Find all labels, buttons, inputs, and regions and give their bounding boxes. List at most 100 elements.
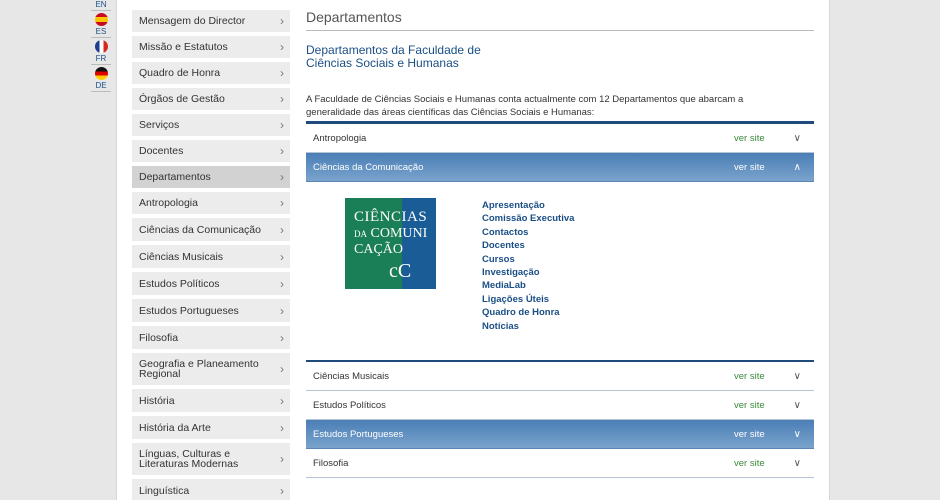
chevron-down-icon[interactable]: ∨ bbox=[794, 133, 801, 144]
sidebar-item-quadro-de-honra[interactable]: Quadro de Honra › bbox=[132, 62, 290, 88]
chevron-right-icon: › bbox=[280, 452, 284, 466]
sidebar-item-historia-da-arte[interactable]: História da Arte › bbox=[132, 416, 290, 443]
divider bbox=[91, 91, 111, 92]
sidebar-item-label: Departamentos bbox=[139, 171, 211, 183]
accordion-title: Ciências da Comunicação bbox=[313, 161, 424, 173]
sidebar-item-label: Órgãos de Gestão bbox=[139, 93, 225, 105]
accordion-item-estudos-politicos[interactable]: Estudos Políticos ver site ∨ bbox=[306, 391, 814, 420]
accordion-title: Filosofia bbox=[313, 457, 349, 469]
sidebar-item-orgaos-de-gestao[interactable]: Órgãos de Gestão › bbox=[132, 88, 290, 114]
sidebar-item-filosofia[interactable]: Filosofia › bbox=[132, 326, 290, 353]
chevron-up-icon[interactable]: ∧ bbox=[794, 162, 801, 173]
chevron-right-icon: › bbox=[280, 362, 284, 376]
intro-line: generalidade das áreas científicas das C… bbox=[306, 107, 595, 118]
lang-en-link[interactable]: EN bbox=[90, 0, 112, 10]
sidebar-item-label: Linguística bbox=[139, 484, 190, 497]
section-subtitle: Departamentos da Faculdade de Ciências S… bbox=[306, 44, 814, 70]
chevron-right-icon: › bbox=[280, 222, 284, 237]
sidebar-item-historia[interactable]: História › bbox=[132, 389, 290, 416]
link-docentes[interactable]: Docentes bbox=[482, 239, 574, 252]
divider bbox=[91, 64, 111, 65]
sidebar-item-label: Serviços bbox=[139, 119, 180, 131]
ver-site-link[interactable]: ver site bbox=[734, 458, 765, 469]
sidebar-item-label: História bbox=[139, 394, 175, 407]
sidebar-item-label: Geografia e Planeamento Regional bbox=[139, 358, 259, 380]
ver-site-link[interactable]: ver site bbox=[734, 400, 765, 411]
sidebar-item-label: Línguas, Culturas e Literaturas Modernas bbox=[139, 448, 239, 470]
sidebar-item-label: Docentes bbox=[139, 145, 184, 157]
sidebar-item-estudos-portugueses[interactable]: Estudos Portugueses › bbox=[132, 299, 290, 326]
sidebar-item-docentes[interactable]: Docentes › bbox=[132, 140, 290, 166]
sidebar-item-linguistica[interactable]: Linguística › bbox=[132, 479, 290, 500]
ver-site-link[interactable]: ver site bbox=[734, 133, 765, 144]
chevron-right-icon: › bbox=[280, 276, 284, 291]
sidebar-item-label: Ciências Musicais bbox=[139, 250, 224, 263]
accordion-item-antropologia[interactable]: Antropologia ver site ∨ bbox=[306, 124, 814, 153]
chevron-down-icon[interactable]: ∨ bbox=[794, 400, 801, 411]
sidebar-item-geografia-e-planeamento-regional[interactable]: Geografia e Planeamento Regional › bbox=[132, 353, 290, 389]
chevron-down-icon[interactable]: ∨ bbox=[794, 429, 801, 440]
germany-flag-icon[interactable] bbox=[94, 67, 108, 80]
sidebar-item-servicos[interactable]: Serviços › bbox=[132, 114, 290, 140]
link-apresentacao[interactable]: Apresentação bbox=[482, 199, 574, 212]
accordion-item-ciencias-da-comunicacao[interactable]: Ciências da Comunicação ver site ∧ bbox=[306, 153, 814, 182]
ver-site-link[interactable]: ver site bbox=[734, 162, 765, 173]
ver-site-link[interactable]: ver site bbox=[734, 429, 765, 440]
ciencias-comunicacao-logo: CIÊNCIAS DA COMUNI CAÇÃO cC bbox=[345, 198, 436, 289]
accordion-title: Antropologia bbox=[313, 132, 367, 144]
chevron-right-icon: › bbox=[280, 118, 284, 132]
link-noticias[interactable]: Notícias bbox=[482, 320, 574, 333]
accordion-item-ciencias-musicais[interactable]: Ciências Musicais ver site ∨ bbox=[306, 362, 814, 391]
divider bbox=[91, 10, 111, 11]
chevron-down-icon[interactable]: ∨ bbox=[794, 458, 801, 469]
ver-site-link[interactable]: ver site bbox=[734, 371, 765, 382]
link-investigacao[interactable]: Investigação bbox=[482, 266, 574, 279]
sidebar-item-label: Antropologia bbox=[139, 197, 198, 209]
sidebar-nav: Mensagem do Director › Missão e Estatutos… bbox=[132, 10, 290, 500]
link-cursos[interactable]: Cursos bbox=[482, 253, 574, 266]
chevron-right-icon: › bbox=[280, 66, 284, 80]
link-ligacoes-uteis[interactable]: Ligações Úteis bbox=[482, 293, 574, 306]
intro-text: A Faculdade de Ciências Sociais e Humana… bbox=[306, 93, 814, 119]
sidebar-item-estudos-politicos[interactable]: Estudos Políticos › bbox=[132, 272, 290, 299]
logo-text: CIÊNCIAS bbox=[354, 209, 428, 225]
chevron-right-icon: › bbox=[280, 92, 284, 106]
chevron-down-icon[interactable]: ∨ bbox=[794, 371, 801, 382]
logo-text: CAÇÃO bbox=[354, 242, 404, 257]
chevron-right-icon: › bbox=[280, 420, 284, 435]
link-comissao-executiva[interactable]: Comissão Executiva bbox=[482, 212, 574, 225]
lang-fr-link[interactable]: FR bbox=[90, 54, 112, 64]
sidebar-item-departamentos[interactable]: Departamentos › bbox=[132, 166, 290, 192]
chevron-right-icon: › bbox=[280, 196, 284, 210]
chevron-right-icon: › bbox=[280, 483, 284, 498]
link-medialab[interactable]: MediaLab bbox=[482, 279, 574, 292]
accordion-item-filosofia[interactable]: Filosofia ver site ∨ bbox=[306, 449, 814, 478]
lang-de-link[interactable]: DE bbox=[90, 81, 112, 91]
sidebar-item-ciencias-da-comunicacao[interactable]: Ciências da Comunicação › bbox=[132, 218, 290, 245]
france-flag-icon[interactable] bbox=[94, 40, 108, 53]
lang-es-link[interactable]: ES bbox=[90, 27, 112, 37]
sidebar-item-mensagem-do-director[interactable]: Mensagem do Director › bbox=[132, 10, 290, 36]
department-links: Apresentação Comissão Executiva Contacto… bbox=[482, 199, 574, 333]
sidebar-item-linguas-culturas-literaturas-modernas[interactable]: Línguas, Culturas e Literaturas Modernas… bbox=[132, 443, 290, 479]
language-switcher: EN ES FR DE bbox=[90, 0, 112, 92]
chevron-right-icon: › bbox=[280, 144, 284, 158]
sidebar-item-label: Estudos Portugueses bbox=[139, 304, 239, 317]
page-title: Departamentos bbox=[306, 0, 814, 31]
sidebar-item-label: Estudos Políticos bbox=[139, 277, 220, 290]
chevron-right-icon: › bbox=[280, 330, 284, 345]
sidebar-item-antropologia[interactable]: Antropologia › bbox=[132, 192, 290, 218]
divider bbox=[91, 37, 111, 38]
link-quadro-de-honra[interactable]: Quadro de Honra bbox=[482, 306, 574, 319]
accordion-item-estudos-portugueses[interactable]: Estudos Portugueses ver site ∨ bbox=[306, 420, 814, 449]
intro-line: A Faculdade de Ciências Sociais e Humana… bbox=[306, 94, 744, 105]
sidebar-item-ciencias-musicais[interactable]: Ciências Musicais › bbox=[132, 245, 290, 272]
accordion-title: Ciências Musicais bbox=[313, 370, 390, 382]
sidebar-item-label: Mensagem do Director bbox=[139, 15, 246, 27]
link-contactos[interactable]: Contactos bbox=[482, 226, 574, 239]
logo-mark: cC bbox=[389, 260, 412, 282]
sidebar-item-missao-e-estatutos[interactable]: Missão e Estatutos › bbox=[132, 36, 290, 62]
spain-flag-icon[interactable] bbox=[94, 13, 108, 26]
subtitle-line: Ciências Sociais e Humanas bbox=[306, 56, 459, 70]
sidebar-item-label: Quadro de Honra bbox=[139, 67, 221, 79]
